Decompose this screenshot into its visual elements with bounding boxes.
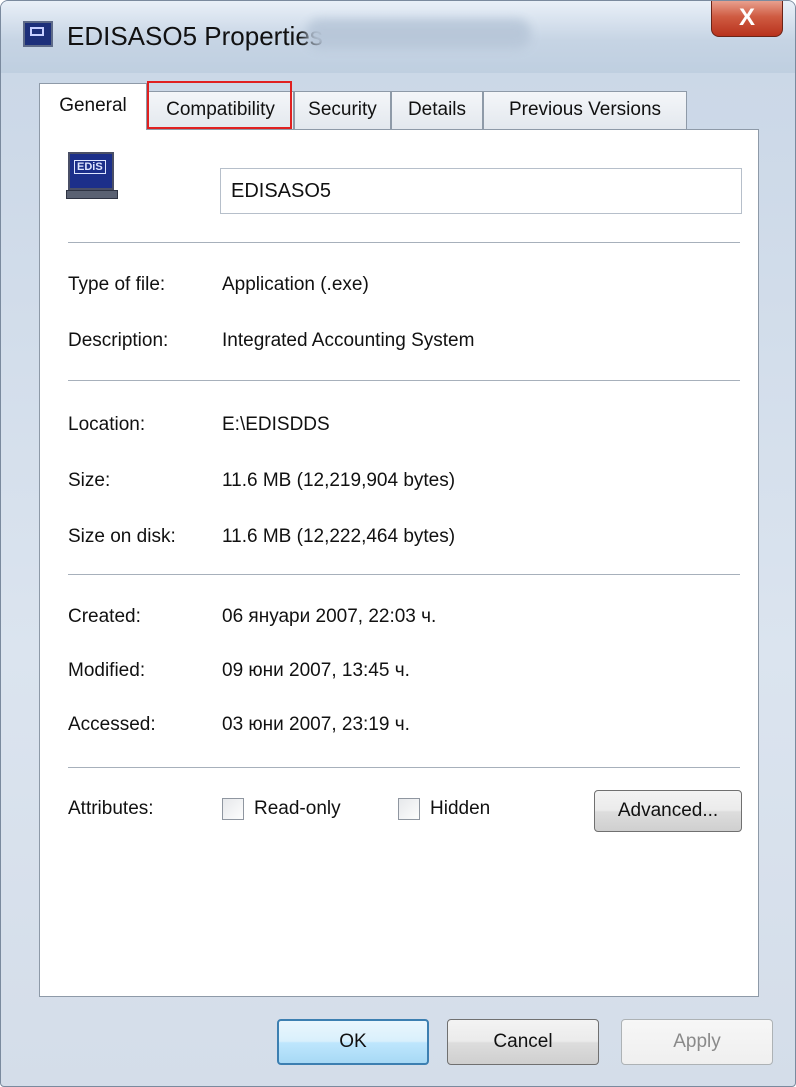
cancel-button[interactable]: Cancel bbox=[447, 1019, 599, 1065]
type-of-file-label: Type of file: bbox=[68, 274, 166, 295]
properties-window: EDISASO5 Properties X General Compatibil… bbox=[0, 0, 796, 1087]
description-value: Integrated Accounting System bbox=[222, 330, 475, 351]
read-only-label: Read-only bbox=[254, 798, 341, 819]
file-name-field[interactable] bbox=[220, 168, 742, 214]
separator bbox=[68, 574, 740, 576]
ok-button[interactable]: OK bbox=[277, 1019, 429, 1065]
size-label: Size: bbox=[68, 470, 111, 491]
tab-general[interactable]: General bbox=[39, 83, 147, 130]
accessed-value: 03 юни 2007, 23:19 ч. bbox=[222, 714, 410, 735]
size-value: 11.6 MB (12,219,904 bytes) bbox=[222, 470, 456, 491]
location-label: Location: bbox=[68, 414, 146, 435]
attributes-label: Attributes: bbox=[68, 798, 154, 819]
size-on-disk-value: 11.6 MB (12,222,464 bytes) bbox=[222, 526, 456, 547]
general-tab-panel: EDiS Type of file: Application (.exe) De… bbox=[39, 129, 759, 997]
hidden-checkbox-box[interactable] bbox=[398, 798, 420, 820]
created-value: 06 януари 2007, 22:03 ч. bbox=[222, 606, 437, 627]
tab-previous-versions[interactable]: Previous Versions bbox=[483, 91, 687, 129]
size-on-disk-label: Size on disk: bbox=[68, 526, 176, 547]
created-label: Created: bbox=[68, 606, 141, 627]
modified-value: 09 юни 2007, 13:45 ч. bbox=[222, 660, 410, 681]
apply-button: Apply bbox=[621, 1019, 773, 1065]
app-icon-label: EDiS bbox=[74, 160, 106, 174]
description-label: Description: bbox=[68, 330, 169, 351]
tab-details[interactable]: Details bbox=[391, 91, 483, 129]
blurred-title-region bbox=[306, 19, 531, 49]
compatibility-tab-highlight bbox=[147, 81, 292, 129]
close-icon: X bbox=[738, 4, 755, 31]
separator bbox=[68, 767, 740, 769]
separator bbox=[68, 380, 740, 382]
hidden-label: Hidden bbox=[430, 798, 491, 819]
close-button[interactable]: X bbox=[711, 1, 783, 37]
application-icon[interactable] bbox=[23, 21, 53, 47]
window-title: EDISASO5 Properties bbox=[67, 21, 323, 51]
title-bar[interactable]: EDISASO5 Properties X bbox=[1, 1, 795, 73]
computer-monitor-icon: EDiS bbox=[66, 152, 118, 200]
modified-label: Modified: bbox=[68, 660, 146, 681]
type-of-file-value: Application (.exe) bbox=[222, 274, 369, 295]
read-only-checkbox-box[interactable] bbox=[222, 798, 244, 820]
accessed-label: Accessed: bbox=[68, 714, 156, 735]
location-value: E:\EDISDDS bbox=[222, 414, 330, 435]
advanced-button[interactable]: Advanced... bbox=[594, 790, 742, 832]
separator bbox=[68, 242, 740, 244]
tab-security[interactable]: Security bbox=[294, 91, 391, 129]
